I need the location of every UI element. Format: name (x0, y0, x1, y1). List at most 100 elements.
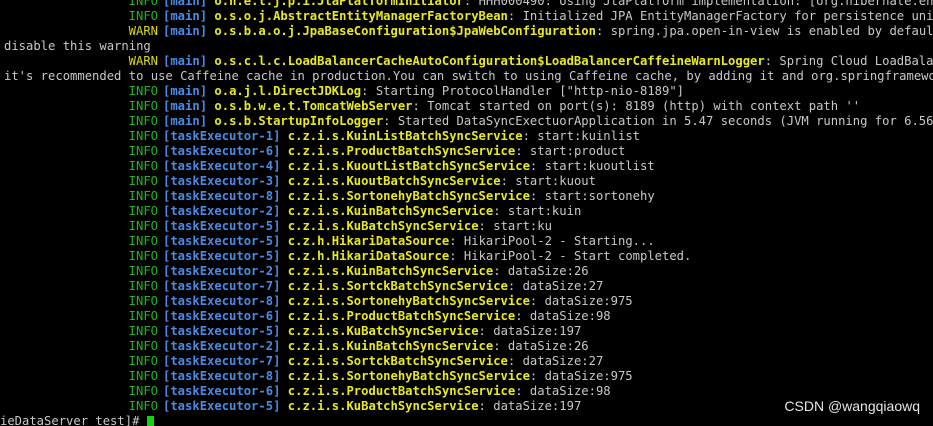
log-logger: c.z.h.HikariDataSource (287, 234, 450, 248)
log-logger: c.z.i.s.KuinListBatchSyncService (287, 129, 523, 143)
log-thread: taskExecutor-6 (170, 309, 274, 323)
log-level: INFO (128, 144, 158, 158)
log-line: INFO [taskExecutor-1] c.z.i.s.KuinListBat… (0, 129, 933, 144)
log-line: WARN [main] o.s.b.a.o.j.JpaBaseConfigurat… (0, 24, 933, 39)
log-logger: c.z.h.HikariDataSource (287, 249, 450, 263)
log-line: INFO [main] o.s.b.w.e.t.TomcatWebServer: … (0, 99, 933, 114)
thread-bracket-close: ] (273, 369, 288, 383)
log-message: spring.jpa.open-in-view is enabled by de… (610, 24, 933, 38)
log-message: it's recommended to use Caffeine cache i… (4, 69, 933, 83)
log-level: INFO (128, 324, 158, 338)
log-level: INFO (128, 114, 158, 128)
log-line: INFO [taskExecutor-7] c.z.i.s.SortckBatch… (0, 354, 933, 369)
log-line: INFO [taskExecutor-8] c.z.i.s.SortonehyBa… (0, 369, 933, 384)
thread-bracket-close: ] (199, 9, 215, 23)
log-level: INFO (128, 384, 158, 398)
log-line: INFO [taskExecutor-6] c.z.i.s.ProductBatc… (0, 384, 933, 399)
log-line: INFO [taskExecutor-4] c.z.i.s.KuoutListBa… (0, 159, 933, 174)
log-separator: : (529, 369, 545, 383)
log-thread: main (170, 54, 200, 68)
log-logger: c.z.i.s.KuBatchSyncService (287, 399, 479, 413)
log-message: disable this warning (4, 39, 151, 53)
log-thread: main (170, 0, 200, 8)
log-line: INFO [taskExecutor-6] c.z.i.s.ProductBatc… (0, 144, 933, 159)
log-separator: : (595, 24, 611, 38)
log-thread: taskExecutor-8 (170, 294, 274, 308)
log-message: HikariPool-2 - Start completed. (463, 249, 692, 263)
log-logger: o.s.b.StartupInfoLogger (214, 114, 384, 128)
log-level: INFO (128, 234, 158, 248)
terminal-cursor (146, 415, 154, 426)
log-line: WARN [main] o.s.c.l.c.LoadBalancerCacheAu… (0, 54, 933, 69)
log-separator: : (522, 129, 538, 143)
thread-bracket-close: ] (273, 324, 288, 338)
log-separator: : (764, 54, 780, 68)
log-message: Spring Cloud LoadBalancer (779, 54, 933, 68)
log-lines: INFO [main] o.h.e.t.j.p.i.JtaPlatformInit… (0, 0, 933, 414)
log-logger: c.z.i.s.KuoutBatchSyncService (287, 174, 501, 188)
log-separator: : (493, 339, 508, 353)
thread-bracket-close: ] (199, 84, 215, 98)
log-message: dataSize:98 (529, 384, 611, 398)
log-message: dataSize:27 (522, 354, 604, 368)
log-separator: : (478, 219, 494, 233)
log-line: INFO [taskExecutor-5] c.z.i.s.KuBatchSync… (0, 219, 933, 234)
thread-bracket-close: ] (199, 99, 215, 113)
log-logger: c.z.i.s.KuinBatchSyncService (287, 339, 494, 353)
log-thread: taskExecutor-8 (170, 369, 274, 383)
thread-bracket-close: ] (273, 354, 288, 368)
log-line: INFO [taskExecutor-6] c.z.i.s.ProductBatc… (0, 309, 933, 324)
log-separator: : (515, 144, 530, 158)
thread-bracket-close: ] (199, 0, 215, 8)
log-message: start:kuout (515, 174, 596, 188)
log-thread: taskExecutor-5 (170, 324, 274, 338)
log-separator: : (529, 189, 545, 203)
log-logger: o.s.b.a.o.j.JpaBaseConfiguration$JpaWebC… (214, 24, 596, 38)
log-message: dataSize:27 (522, 279, 604, 293)
log-message: dataSize:26 (507, 264, 589, 278)
log-separator: : (493, 204, 508, 218)
log-thread: taskExecutor-7 (170, 354, 274, 368)
log-separator: : (529, 159, 545, 173)
thread-bracket-close: ] (273, 384, 288, 398)
log-thread: main (170, 24, 200, 38)
log-thread: main (170, 84, 200, 98)
shell-prompt[interactable]: ieDataServer test]# (0, 414, 933, 426)
log-separator: : (500, 174, 516, 188)
log-thread: main (170, 9, 200, 23)
log-separator: : (449, 234, 464, 248)
log-level: INFO (128, 249, 158, 263)
log-logger: c.z.i.s.KuBatchSyncService (287, 219, 479, 233)
log-message: Started DataSyncExectuorApplication in 5… (397, 114, 933, 128)
log-message: dataSize:975 (544, 294, 633, 308)
log-thread: main (170, 114, 200, 128)
log-separator: : (507, 354, 523, 368)
log-logger: c.z.i.s.ProductBatchSyncService (287, 384, 516, 398)
log-separator: : (463, 0, 479, 8)
log-message: dataSize:98 (529, 309, 611, 323)
log-thread: taskExecutor-8 (170, 189, 274, 203)
log-thread: taskExecutor-2 (170, 204, 274, 218)
log-thread: taskExecutor-7 (170, 279, 274, 293)
log-thread: taskExecutor-3 (170, 174, 274, 188)
log-message: start:sortonehy (544, 189, 655, 203)
prompt-text: ieDataServer test]# (0, 414, 147, 426)
thread-bracket-close: ] (273, 204, 288, 218)
log-logger: o.s.o.j.AbstractEntityManagerFactoryBean (214, 9, 508, 23)
log-level: INFO (128, 0, 158, 8)
log-level: INFO (128, 189, 158, 203)
log-separator: : (383, 114, 398, 128)
log-level: INFO (128, 99, 158, 113)
log-thread: taskExecutor-1 (170, 129, 274, 143)
thread-bracket-close: ] (273, 129, 288, 143)
log-line: INFO [taskExecutor-5] c.z.h.HikariDataSou… (0, 249, 933, 264)
terminal-output[interactable]: INFO [main] o.h.e.t.j.p.i.JtaPlatformInit… (0, 0, 933, 426)
log-thread: taskExecutor-2 (170, 339, 274, 353)
log-line: INFO [main] o.a.j.l.DirectJDKLog: Startin… (0, 84, 933, 99)
thread-bracket-close: ] (199, 54, 215, 68)
log-thread: taskExecutor-5 (170, 399, 274, 413)
log-message: Starting ProtocolHandler ["http-nio-8189… (375, 84, 685, 98)
log-level: INFO (128, 264, 158, 278)
log-thread: taskExecutor-5 (170, 249, 274, 263)
thread-bracket-close: ] (273, 159, 288, 173)
